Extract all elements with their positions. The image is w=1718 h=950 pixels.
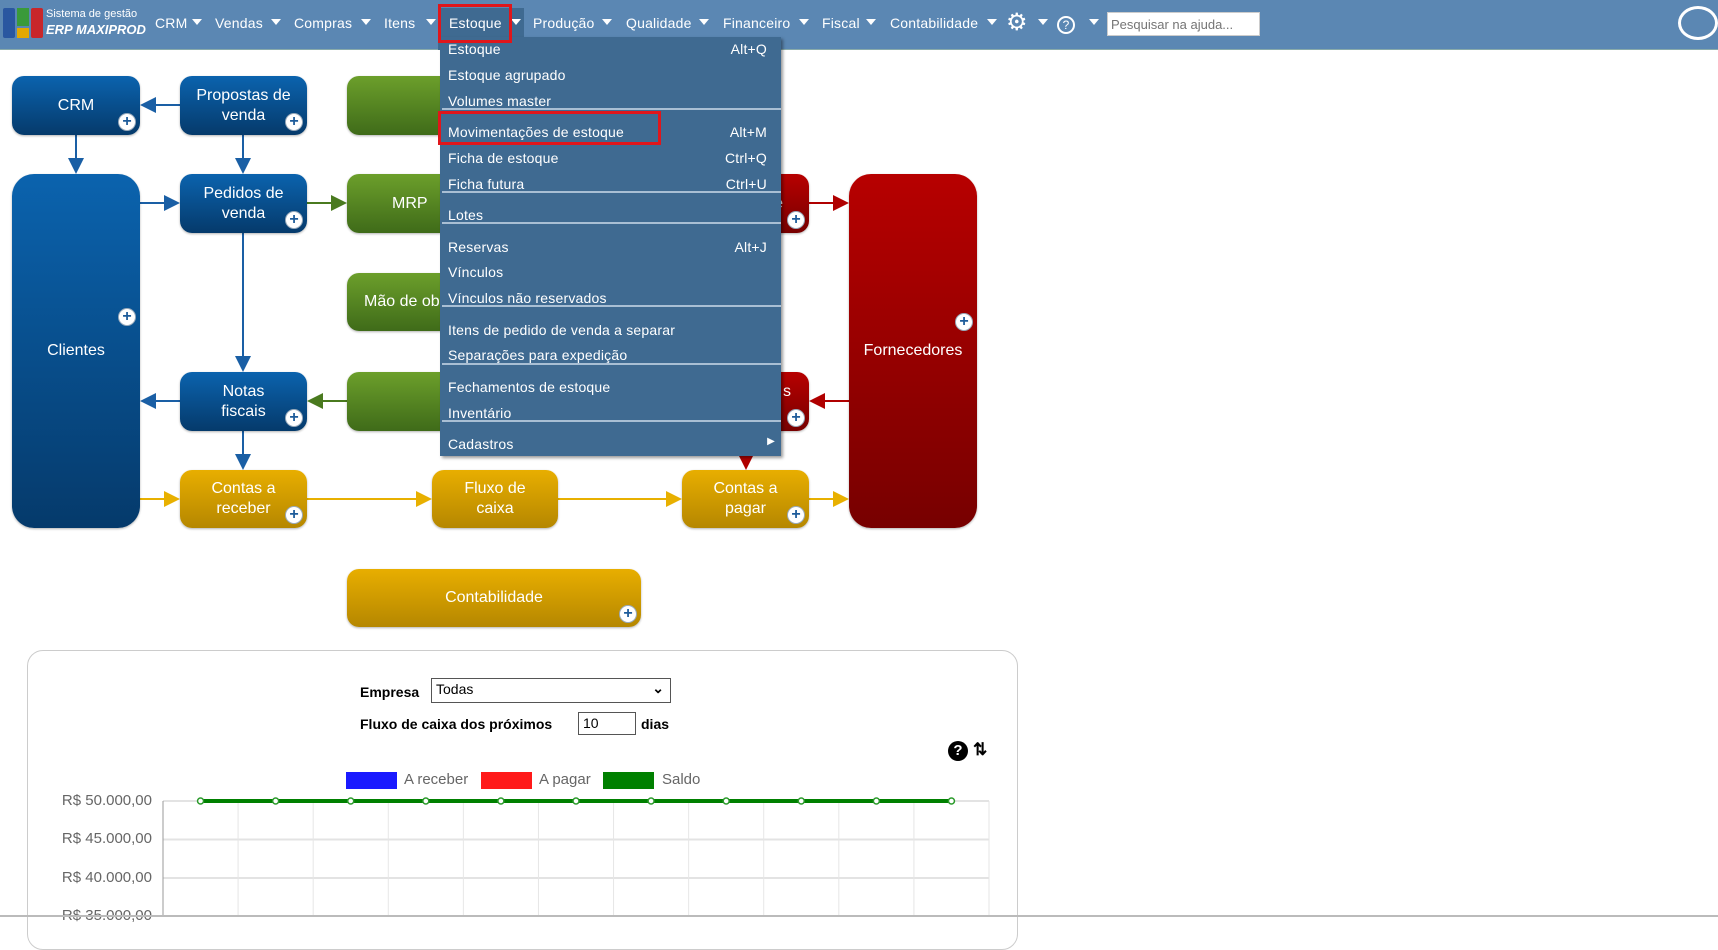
menu-item-label: Cadastros [448,436,514,452]
menu-item-shortcut: Alt+M [729,124,767,140]
menu-item-shortcut: Alt+Q [730,41,767,57]
menu-item[interactable]: Ficha futura Ctrl+U [448,176,767,198]
menu-item-label: Ficha futura [448,176,525,192]
highlight-movimentacoes [438,111,661,145]
menu-item[interactable]: Estoque agrupado [448,67,767,89]
menu-item-label: Estoque [448,41,501,57]
saldo-point [722,797,730,805]
menu-item-label: Separações para expedição [448,347,628,363]
saldo-point [572,797,580,805]
saldo-point [196,797,205,805]
menu-item-shortcut: Alt+J [734,239,767,255]
saldo-point [872,797,881,805]
estoque-dropdown-menu: Estoque Alt+Q Estoque agrupado Volumes mast… [440,37,781,456]
saldo-point [497,797,505,805]
menu-item-label: Lotes [448,207,484,223]
menu-item-label: Vínculos [448,264,504,280]
submenu-arrow-icon: ▶ [767,436,775,447]
menu-item-label: Fechamentos de estoque [448,379,611,395]
menu-item-shortcut: Ctrl+U [725,176,767,192]
saldo-point [271,797,280,805]
saldo-point [647,797,655,805]
saldo-point [947,797,956,805]
cashflow-chart [162,797,990,917]
menu-item[interactable]: Reservas Alt+J [448,239,767,261]
menu-item[interactable]: Inventário [448,405,767,427]
menu-item[interactable]: Ficha de estoque Ctrl+Q [448,150,767,172]
saldo-point [346,797,355,805]
menu-item[interactable]: Lotes [448,207,767,229]
menu-item-label: Reservas [448,239,509,255]
menu-item[interactable]: Fechamentos de estoque [448,379,767,401]
menu-item[interactable]: Vínculos não reservados [448,290,767,312]
saldo-point [422,797,430,805]
menu-item[interactable]: Estoque Alt+Q [448,41,767,63]
menu-item[interactable]: Separações para expedição [448,347,767,369]
highlight-estoque [438,4,512,43]
saldo-point [797,797,806,805]
menu-item[interactable]: Itens de pedido de venda a separar [448,322,767,344]
menu-item-label: Vínculos não reservados [448,290,607,306]
menu-item-shortcut: Ctrl+Q [724,150,767,166]
menu-item-label: Itens de pedido de venda a separar [448,322,676,338]
menu-item[interactable]: Cadastros ▶ [448,436,775,458]
menu-item-label: Estoque agrupado [448,67,566,83]
menu-item[interactable]: Vínculos [448,264,767,286]
menu-item-label: Inventário [448,405,512,421]
menu-item-label: Ficha de estoque [448,150,559,166]
menu-item-label: Volumes master [448,93,552,109]
